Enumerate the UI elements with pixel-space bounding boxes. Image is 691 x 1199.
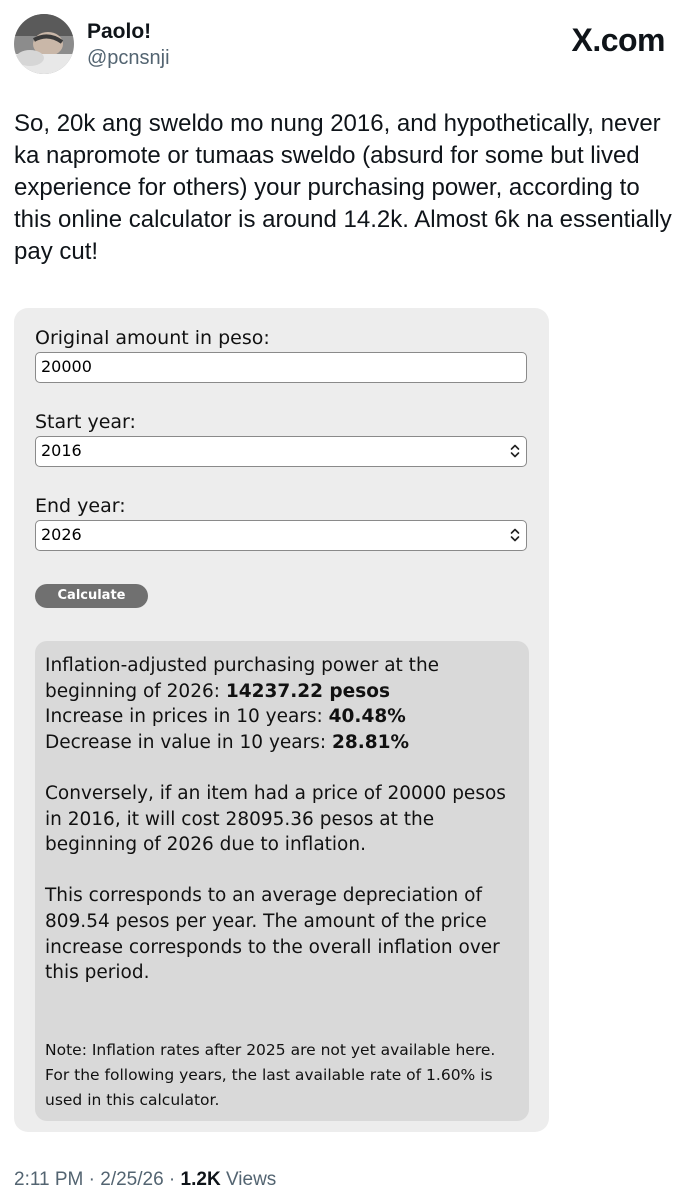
value-decrease-value: 28.81% xyxy=(331,731,410,753)
start-year-value: 2016 xyxy=(41,441,82,460)
result-panel: Inflation-adjusted purchasing power at t… xyxy=(35,641,529,1121)
views-count[interactable]: 1.2K xyxy=(181,1169,221,1190)
result-note: Note: Inflation rates after 2025 are not… xyxy=(45,1040,496,1109)
calculate-button[interactable]: Calculate xyxy=(35,584,148,608)
brand-logo: X.com xyxy=(571,22,665,58)
price-increase-value: 40.48% xyxy=(328,706,406,728)
tweet-text: So, 20k ang sweldo mo nung 2016, and hyp… xyxy=(14,110,672,265)
end-year-label: End year: xyxy=(35,495,126,517)
avatar[interactable] xyxy=(14,14,74,74)
start-year-label: Start year: xyxy=(35,411,136,433)
result-price-increase: Increase in prices in 10 years: 40.48% xyxy=(45,704,519,730)
amount-input[interactable]: 20000 xyxy=(35,352,527,383)
purchasing-power-value: 14237.22 pesos xyxy=(225,680,390,702)
separator: · xyxy=(163,1169,181,1190)
separator: · xyxy=(83,1169,101,1190)
end-year-value: 2026 xyxy=(41,525,82,544)
price-increase-label: Increase in prices in 10 years: xyxy=(45,706,329,728)
author-handle[interactable]: @pcnsnji xyxy=(87,47,170,70)
views-label: Views xyxy=(220,1169,277,1190)
result-purchasing-power: Inflation-adjusted purchasing power at t… xyxy=(45,653,519,704)
value-decrease-label: Decrease in value in 10 years: xyxy=(45,731,332,753)
inflation-calculator: Original amount in peso: 20000 Start yea… xyxy=(14,308,549,1132)
start-year-select[interactable]: 2016 xyxy=(35,436,527,467)
post-date[interactable]: 2/25/26 xyxy=(100,1169,163,1190)
amount-label: Original amount in peso: xyxy=(35,327,270,349)
author-name[interactable]: Paolo! xyxy=(87,20,151,44)
updown-chevron-icon xyxy=(510,444,520,458)
post-time[interactable]: 2:11 PM xyxy=(14,1169,83,1190)
end-year-select[interactable]: 2026 xyxy=(35,520,527,551)
tweet-footer: 2:11 PM · 2/25/26 · 1.2K Views xyxy=(14,1169,276,1191)
result-value-decrease: Decrease in value in 10 years: 28.81% xyxy=(45,730,519,756)
updown-chevron-icon xyxy=(510,528,520,542)
result-conversely-paragraph: Conversely, if an item had a price of 20… xyxy=(45,782,506,856)
amount-value: 20000 xyxy=(41,357,92,376)
result-depreciation-paragraph: This corresponds to an average depreciat… xyxy=(45,885,500,984)
